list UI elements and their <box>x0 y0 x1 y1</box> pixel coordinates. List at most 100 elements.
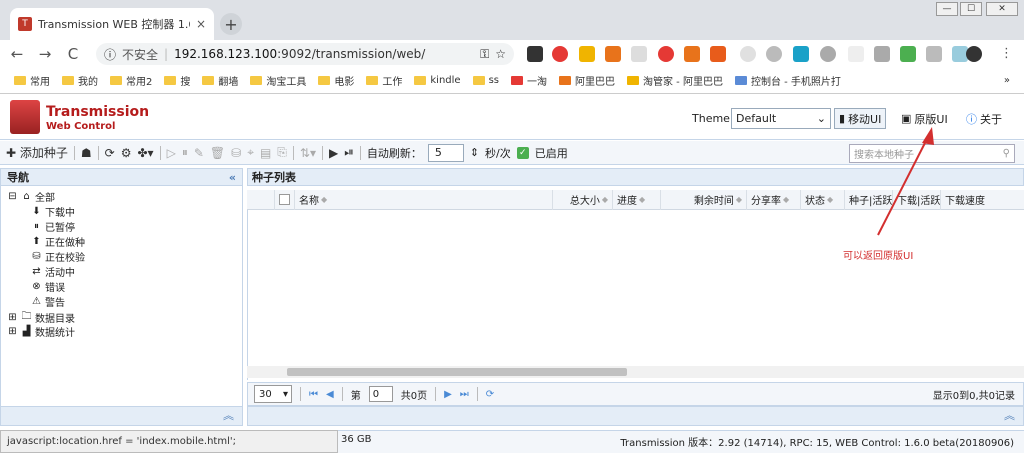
window-minimize-button[interactable]: — <box>936 2 958 16</box>
refresh-icon[interactable]: ⟳ <box>105 146 115 160</box>
bookmark-item[interactable]: 搜 <box>164 73 190 88</box>
extension-icon[interactable] <box>527 46 543 62</box>
browser-menu-icon[interactable]: ⋮ <box>1000 46 1013 61</box>
pause-icon[interactable]: ⏸ <box>182 145 188 160</box>
expand-toggle-icon[interactable]: ⊞ <box>7 312 18 323</box>
bookmark-item[interactable]: 阿里巴巴 <box>558 73 615 88</box>
extension-icon[interactable] <box>631 46 647 62</box>
pause-all-icon[interactable]: ⏯ <box>344 145 354 160</box>
sort-icon[interactable]: ⇅▾ <box>300 146 316 160</box>
next-page-icon[interactable]: ▶ <box>444 389 452 400</box>
column-name[interactable]: 名称 ◆ <box>295 189 553 210</box>
extension-icon[interactable] <box>605 46 621 62</box>
opera-extension-icon[interactable] <box>552 46 568 62</box>
puzzle-extension-icon[interactable] <box>900 46 916 62</box>
theme-select[interactable]: Default ⌄ <box>731 108 831 129</box>
tree-item-downloading[interactable]: ⬇ 下载中 <box>31 204 75 219</box>
column-progress[interactable]: 进度 ◆ <box>613 189 661 210</box>
tree-item-seeding[interactable]: ⬆ 正在做种 <box>31 234 85 249</box>
settings-gear-icon[interactable]: ⚙ <box>121 146 132 160</box>
expand-up-icon[interactable]: ︽ <box>1004 409 1015 422</box>
extension-icon[interactable] <box>658 46 674 62</box>
forward-button[interactable]: → <box>34 45 56 63</box>
extension-icon[interactable] <box>848 46 864 62</box>
first-page-icon[interactable]: ⏮ <box>309 389 318 400</box>
expand-up-icon[interactable]: ︽ <box>223 409 234 422</box>
last-page-icon[interactable]: ⏭ <box>460 389 469 400</box>
new-tab-button[interactable]: + <box>220 13 242 35</box>
turtle-mode-icon[interactable]: ☗ <box>81 146 92 160</box>
bookmarks-overflow-button[interactable]: » <box>1004 75 1010 86</box>
extension-icon[interactable] <box>579 46 595 62</box>
column-ratio[interactable]: 分享率 ◆ <box>747 189 801 210</box>
bookmark-item[interactable]: 控制台 - 手机照片打 <box>734 73 841 88</box>
spinner-icon[interactable]: ⇕ <box>470 146 479 159</box>
rename-icon[interactable]: ▤ <box>260 146 271 160</box>
folder-icon <box>318 76 331 85</box>
collapse-toggle-icon[interactable]: ⊟ <box>7 191 18 202</box>
delete-icon[interactable]: 🗑 <box>210 146 225 160</box>
column-download-speed[interactable]: 下载速度 <box>941 190 999 210</box>
bookmark-item[interactable]: ss <box>472 75 499 86</box>
extension-icon[interactable] <box>740 46 756 62</box>
address-bar[interactable]: ⓘ 不安全 | 192.168.123.100:9092/transmissio… <box>96 43 514 65</box>
bookmark-item[interactable]: 淘管家 - 阿里巴巴 <box>626 73 723 88</box>
prev-page-icon[interactable]: ◀ <box>326 389 334 400</box>
select-all-checkbox[interactable] <box>275 189 295 210</box>
about-button[interactable]: ⓘ 关于 <box>962 108 1006 129</box>
bookmark-item[interactable]: 翻墙 <box>202 73 238 88</box>
tree-item-error[interactable]: ⊗ 错误 <box>31 279 65 294</box>
bookmark-item[interactable]: 常用 <box>14 73 50 88</box>
enabled-checkbox[interactable]: ✓ <box>516 146 529 159</box>
reload-button[interactable]: C <box>62 45 84 63</box>
bookmark-item[interactable]: 一淘 <box>510 73 547 88</box>
extension-icon[interactable] <box>820 46 836 62</box>
extension-icon[interactable] <box>766 46 782 62</box>
extension-icon[interactable] <box>874 46 890 62</box>
start-icon[interactable]: ▷ <box>167 146 176 160</box>
verify-icon[interactable]: ⛁ <box>231 146 241 160</box>
edit-icon[interactable]: ✎ <box>194 146 204 160</box>
collapse-icon[interactable]: « <box>229 171 236 184</box>
bookmarks-bar: 常用 我的 常用2 搜 翻墙 淘宝工具 电影 工作 kindle ss 一淘 阿… <box>0 68 1024 94</box>
extension-icon[interactable] <box>710 46 726 62</box>
start-all-icon[interactable]: ▶ <box>329 146 338 160</box>
auto-refresh-input[interactable]: 5 <box>427 143 464 162</box>
bookmark-item[interactable]: 电影 <box>318 73 354 88</box>
tree-item-checking[interactable]: ⛁ 正在校验 <box>31 249 85 264</box>
bookmark-item[interactable]: 常用2 <box>110 73 152 88</box>
window-maximize-button[interactable]: ☐ <box>960 2 982 16</box>
tree-item-warning[interactable]: ⚠ 警告 <box>31 294 65 309</box>
add-torrent-button[interactable]: ✚ 添加种子 <box>6 144 68 161</box>
back-button[interactable]: ← <box>6 45 28 63</box>
page-number-input[interactable]: 0 <box>368 386 393 402</box>
tree-item-statistics[interactable]: ⊞ ▟ 数据统计 <box>7 324 75 339</box>
tab-close-icon[interactable]: × <box>196 17 206 31</box>
column-remaining-time[interactable]: 剩余时间 ◆ <box>661 189 747 210</box>
plugin-menu-icon[interactable]: ✤▾ <box>138 146 154 160</box>
tree-item-all[interactable]: ⊟ ⌂ 全部 <box>7 189 55 204</box>
copy-icon[interactable]: ⎘ <box>277 145 287 160</box>
reload-page-icon[interactable]: ⟳ <box>486 389 494 400</box>
star-icon[interactable]: ☆ <box>495 47 506 61</box>
profile-avatar[interactable] <box>966 46 982 62</box>
extension-icon[interactable] <box>793 46 809 62</box>
tree-item-paused[interactable]: ⏸ 已暂停 <box>31 219 75 234</box>
expand-toggle-icon[interactable]: ⊞ <box>7 326 18 337</box>
bookmark-item[interactable]: 淘宝工具 <box>250 73 306 88</box>
key-icon[interactable]: ⚿ <box>480 47 489 62</box>
column-status[interactable]: 状态 ◆ <box>801 189 845 210</box>
extension-icon[interactable] <box>684 46 700 62</box>
window-close-button[interactable]: ✕ <box>986 2 1018 16</box>
search-icon[interactable]: ⚲ <box>1003 148 1010 159</box>
browser-tab[interactable]: T Transmission WEB 控制器 1.6.0 × <box>10 8 214 40</box>
bookmark-item[interactable]: kindle <box>414 75 461 86</box>
tracker-icon[interactable]: ⌖ <box>247 145 254 160</box>
page-size-select[interactable]: 30 ▾ <box>254 385 292 403</box>
scrollbar-thumb[interactable] <box>287 368 627 376</box>
bookmark-item[interactable]: 我的 <box>62 73 98 88</box>
bookmark-item[interactable]: 工作 <box>366 73 402 88</box>
tree-item-active[interactable]: ⇄ 活动中 <box>31 264 75 279</box>
extension-icon[interactable] <box>926 46 942 62</box>
column-size[interactable]: 总大小 ◆ <box>553 189 613 210</box>
